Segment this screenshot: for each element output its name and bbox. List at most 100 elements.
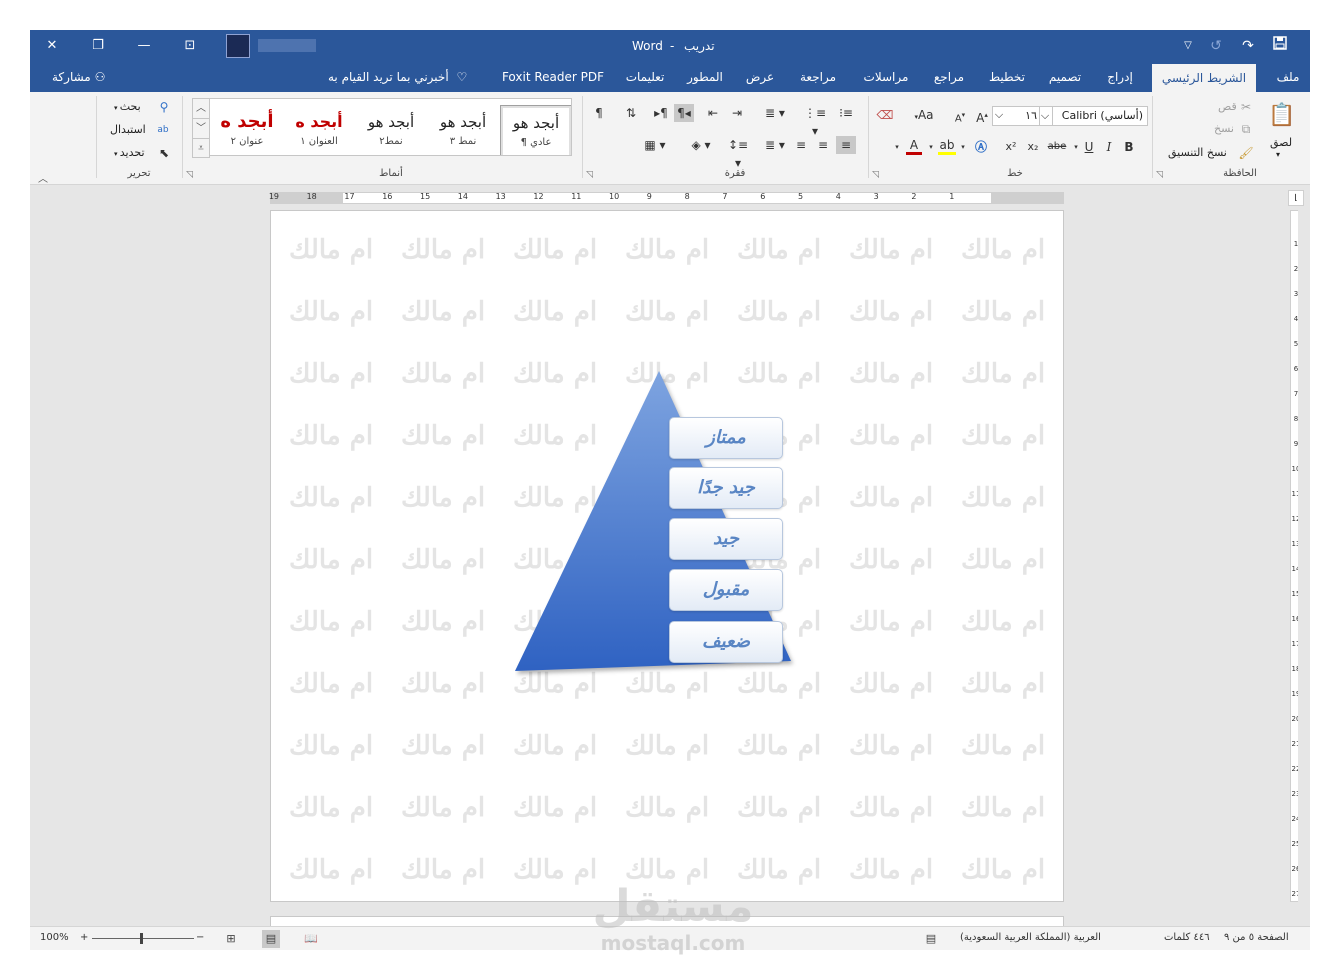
close-icon[interactable]: ✕ — [40, 36, 64, 56]
superscript-button[interactable]: x² — [1002, 138, 1020, 156]
shrink-font-icon[interactable]: A▾ — [952, 106, 968, 124]
italic-button[interactable]: I — [1102, 138, 1116, 156]
web-layout-icon[interactable]: ⊞ — [222, 930, 240, 948]
watermark-text: ام مالك — [961, 793, 1046, 823]
chevron-up-icon[interactable]: ︿ — [193, 99, 209, 119]
grow-font-icon[interactable]: A▴ — [974, 106, 990, 125]
font-launcher-icon[interactable]: ◹ — [872, 170, 879, 180]
ribbon-display-icon[interactable]: ⊡ — [178, 36, 202, 56]
find-button[interactable]: ▾ بحث — [114, 100, 141, 113]
gallery-more-icon[interactable]: ⩡ — [193, 139, 209, 158]
numbering-icon[interactable]: ⋮≡ ▾ — [800, 104, 830, 138]
style-normal[interactable]: أبجد هو ¶ عادي — [500, 105, 571, 155]
clear-formatting-icon[interactable]: ⌫ — [876, 106, 894, 124]
sort-icon[interactable]: ⇅ — [622, 104, 640, 122]
macro-record-icon[interactable]: ▤ — [922, 930, 940, 948]
chevron-down-icon[interactable]: ﹀ — [193, 119, 209, 139]
paragraph-launcher-icon[interactable]: ◹ — [586, 170, 593, 180]
clipboard-launcher-icon[interactable]: ◹ — [1156, 170, 1163, 180]
zoom-slider-thumb[interactable] — [140, 933, 143, 944]
cut-button[interactable]: قص — [1218, 100, 1237, 113]
underline-button[interactable]: U — [1082, 138, 1096, 156]
font-name-dropdown-icon[interactable]: ⌵ — [1038, 106, 1052, 126]
font-name-combo[interactable]: Calibri (أساسي) — [1052, 106, 1148, 126]
customize-qat-icon[interactable]: ▽ — [1178, 36, 1198, 56]
align-left-icon[interactable]: ≡ — [792, 136, 810, 154]
style-2[interactable]: أبجد هو نمط٢ — [356, 105, 426, 155]
language-status[interactable]: العربية (المملكة العربية السعودية) — [960, 932, 1101, 943]
save-icon[interactable] — [1270, 36, 1290, 56]
copy-button[interactable]: نسخ — [1214, 122, 1234, 135]
format-painter-button[interactable]: نسخ التنسيق — [1168, 146, 1227, 159]
read-mode-icon[interactable]: 📖 — [302, 930, 320, 948]
tab-view[interactable]: عرض — [740, 62, 780, 92]
ltr-direction-icon[interactable]: ▸¶ — [652, 104, 670, 122]
account-name-blurred[interactable] — [258, 39, 316, 52]
paste-icon[interactable]: 📋 — [1266, 100, 1298, 132]
avatar[interactable] — [226, 34, 250, 58]
page-count[interactable]: الصفحة ٥ من ٩ — [1224, 932, 1289, 943]
vertical-scrollbar[interactable] — [1298, 206, 1310, 920]
tab-file[interactable]: ملف — [1266, 62, 1310, 92]
restore-icon[interactable]: ❐ — [86, 36, 110, 56]
font-color-icon[interactable]: A — [906, 138, 922, 155]
tab-insert[interactable]: إدراج — [1096, 62, 1144, 92]
styles-gallery-scroll[interactable]: ︿ ﹀ ⩡ — [192, 98, 210, 158]
tab-layout[interactable]: تخطيط — [982, 62, 1032, 92]
paste-button[interactable]: لصق — [1270, 136, 1292, 149]
select-button[interactable]: ▾ تحديد — [114, 146, 145, 159]
tab-selector-icon[interactable]: ⌊ — [1288, 190, 1304, 206]
highlight-icon[interactable]: ab — [938, 138, 956, 155]
word-count[interactable]: ٤٤٦ كلمات — [1164, 932, 1210, 943]
text-effects-icon[interactable]: Ⓐ — [972, 138, 990, 156]
style-heading-2[interactable]: أبجد ه عنوان ٢ — [212, 105, 282, 155]
line-spacing-icon[interactable]: ↕≡ ▾ — [724, 136, 752, 170]
shading-icon[interactable]: ◈ ▾ — [686, 136, 716, 154]
borders-icon[interactable]: ▦ ▾ — [640, 136, 670, 154]
zoom-slider-track[interactable] — [92, 938, 194, 939]
print-layout-icon[interactable]: ▤ — [262, 930, 280, 948]
collapse-ribbon-icon[interactable]: ︿ — [38, 170, 48, 185]
replace-button[interactable]: استبدال — [110, 123, 146, 136]
highlight-dropdown-icon[interactable]: ▾ — [926, 138, 936, 156]
tab-help[interactable]: تعليمات — [618, 62, 672, 92]
zoom-in-button[interactable]: + — [80, 932, 88, 943]
show-formatting-icon[interactable]: ¶ — [590, 104, 608, 122]
align-center-icon[interactable]: ≡ — [814, 136, 832, 154]
tab-review[interactable]: مراجعة — [790, 62, 846, 92]
bullets-icon[interactable]: ⁝≡ — [836, 104, 856, 122]
strikethrough-button[interactable]: abe — [1046, 138, 1068, 156]
font-color-dropdown-icon[interactable]: ▾ — [892, 138, 902, 156]
increase-indent-icon[interactable]: ⇥ — [728, 104, 746, 122]
styles-launcher-icon[interactable]: ◹ — [186, 170, 193, 180]
minimize-icon[interactable]: — — [132, 36, 156, 56]
change-case-button[interactable]: ▾Aa — [910, 106, 938, 124]
tab-foxit[interactable]: Foxit Reader PDF — [498, 62, 608, 92]
style-3[interactable]: أبجد هو نمط ٣ — [428, 105, 498, 155]
tell-me-box[interactable]: أخبرني بما تريد القيام به ♡ — [328, 62, 467, 92]
decrease-indent-icon[interactable]: ⇤ — [704, 104, 722, 122]
tab-developer[interactable]: المطور — [682, 62, 728, 92]
undo-icon[interactable]: ↺ — [1206, 36, 1226, 56]
tab-mailings[interactable]: مراسلات — [856, 62, 916, 92]
zoom-level[interactable]: 100% — [40, 932, 69, 943]
zoom-out-button[interactable]: − — [196, 932, 204, 943]
tab-references[interactable]: مراجع — [926, 62, 972, 92]
redo-icon[interactable]: ↷ — [1238, 36, 1258, 56]
underline-dropdown-icon[interactable]: ▾ — [1072, 138, 1080, 156]
rtl-direction-icon[interactable]: ¶◂ — [674, 104, 694, 122]
bold-button[interactable]: B — [1122, 138, 1136, 156]
paste-dropdown-icon[interactable]: ▾ — [1276, 150, 1280, 159]
document-page[interactable]: ام مالك ام مالك ام مالك ام مالك ام مالك ام ما… — [270, 210, 1064, 902]
justify-icon[interactable]: ≣ ▾ — [762, 136, 788, 154]
multilevel-list-icon[interactable]: ≣ ▾ — [758, 104, 792, 122]
align-right-icon[interactable]: ≡ — [836, 136, 856, 154]
tab-home[interactable]: الشريط الرئيسي — [1152, 64, 1256, 92]
subscript-button[interactable]: x₂ — [1024, 138, 1042, 156]
text-effects-dropdown-icon[interactable]: ▾ — [958, 138, 968, 156]
horizontal-ruler[interactable]: 1 2 3 4 5 6 7 8 9 10 11 12 13 14 15 16 17 18 19 — [269, 192, 1064, 204]
font-size-dropdown-icon[interactable]: ⌵ — [992, 106, 1006, 124]
style-heading-1[interactable]: أبجد ه العنوان ١ — [284, 105, 354, 155]
tab-design[interactable]: تصميم — [1040, 62, 1090, 92]
share-button[interactable]: مشاركة ⚇ — [52, 62, 105, 92]
